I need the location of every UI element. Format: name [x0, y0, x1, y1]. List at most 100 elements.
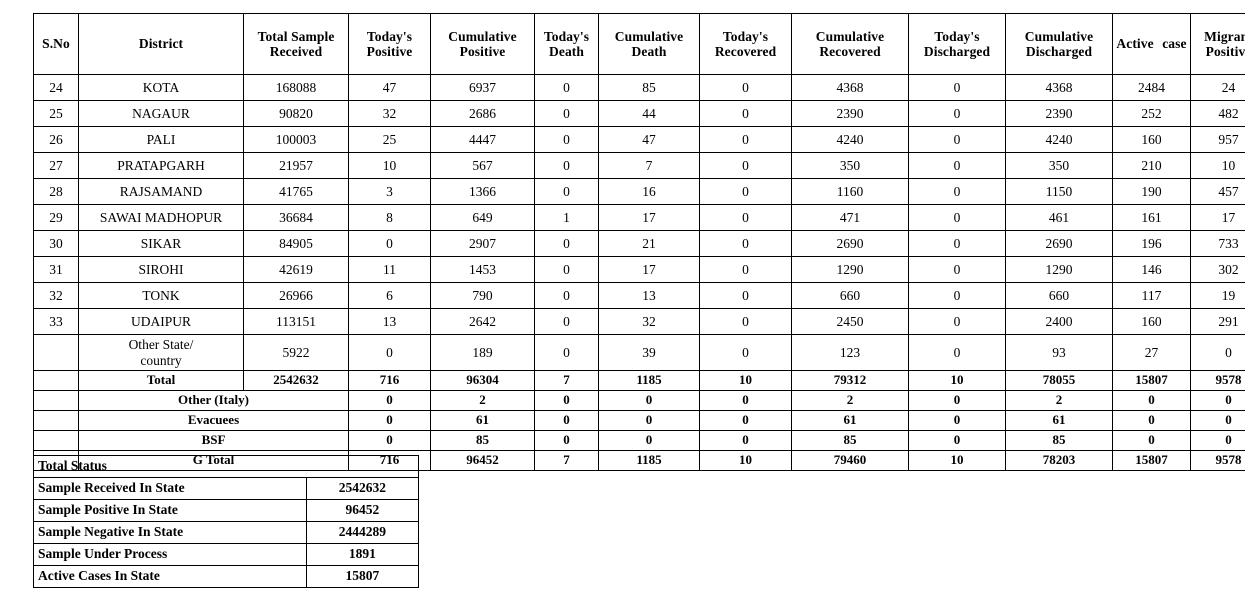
cell-todays-discharged: 0 — [908, 204, 1006, 231]
cell-active-case: 196 — [1112, 230, 1191, 257]
cell-total-sample-received: 26966 — [243, 282, 349, 309]
header-line2: Positive — [366, 44, 413, 59]
cell-cumulative-death: 85 — [598, 74, 700, 101]
status-label: Sample Under Process — [33, 543, 307, 566]
cell-cumulative-discharged: 1150 — [1005, 178, 1113, 205]
table-row: 33 UDAIPUR 113151 13 2642 0 32 0 2450 0 2400 160 291 — [33, 308, 1245, 335]
cell-todays-positive: 6 — [348, 282, 431, 309]
cell-cumulative-positive: 2 — [430, 390, 535, 411]
cell-cumulative-positive: 567 — [430, 152, 535, 179]
cell-district: KOTA — [78, 74, 244, 101]
cell-todays-death: 7 — [534, 450, 599, 471]
cell-active-case: 160 — [1112, 126, 1191, 153]
cell-migrant-positive: 0 — [1190, 430, 1245, 451]
status-row: Sample Positive In State 96452 — [33, 499, 420, 522]
cell-todays-recovered: 0 — [699, 334, 792, 371]
cell-total-sample-received: 41765 — [243, 178, 349, 205]
cell-active-case: 252 — [1112, 100, 1191, 127]
cell-sno: 25 — [33, 100, 79, 127]
cell-todays-death: 0 — [534, 230, 599, 257]
cell-cumulative-recovered: 2390 — [791, 100, 909, 127]
cell-cumulative-recovered: 1160 — [791, 178, 909, 205]
cell-district: PALI — [78, 126, 244, 153]
cell-todays-recovered: 0 — [699, 230, 792, 257]
cell-cumulative-recovered: 61 — [791, 410, 909, 431]
cell-migrant-positive: 0 — [1190, 334, 1245, 371]
cell-cumulative-death: 32 — [598, 308, 700, 335]
cell-active-case: 15807 — [1112, 450, 1191, 471]
cell-todays-death: 0 — [534, 308, 599, 335]
cell-cumulative-discharged: 660 — [1005, 282, 1113, 309]
header-line1: Total Sample — [257, 28, 335, 44]
cell-active-case: 161 — [1112, 204, 1191, 231]
table-row: 25 NAGAUR 90820 32 2686 0 44 0 2390 0 2390 252 482 — [33, 100, 1245, 127]
table-row-summary: Evacuees 0 61 0 0 0 61 0 61 0 0 — [33, 410, 1245, 431]
cell-todays-recovered: 10 — [699, 370, 792, 391]
cell-migrant-positive: 733 — [1190, 230, 1245, 257]
cell-total-sample-received: 2542632 — [243, 370, 349, 391]
cell-cumulative-positive: 2686 — [430, 100, 535, 127]
cell-todays-recovered: 0 — [699, 390, 792, 411]
col-header-migrant-positive: MigrantPositive — [1190, 13, 1245, 75]
header-line1: Cumulative — [448, 28, 517, 44]
cell-sno: 26 — [33, 126, 79, 153]
cell-cumulative-death: 17 — [598, 204, 700, 231]
cell-todays-recovered: 0 — [699, 308, 792, 335]
cell-todays-positive: 13 — [348, 308, 431, 335]
table-header-row: S.No District Total Sample Received Today… — [33, 13, 1245, 75]
cell-total-sample-received: 42619 — [243, 256, 349, 283]
cell-todays-death: 0 — [534, 100, 599, 127]
cell-sno: 24 — [33, 74, 79, 101]
cell-cumulative-discharged: 93 — [1005, 334, 1113, 371]
header-line2: Discharged — [923, 44, 991, 59]
header-line2: Positive — [459, 44, 506, 59]
cell-sno — [33, 430, 79, 451]
cell-sno — [33, 390, 79, 411]
cell-cumulative-discharged: 78055 — [1005, 370, 1113, 391]
cell-cumulative-death: 17 — [598, 256, 700, 283]
cell-cumulative-discharged: 2400 — [1005, 308, 1113, 335]
cell-todays-recovered: 0 — [699, 430, 792, 451]
cell-cumulative-positive: 1453 — [430, 256, 535, 283]
col-header-todays-recovered: Today's Recovered — [699, 13, 792, 75]
cell-active-case: 146 — [1112, 256, 1191, 283]
cell-todays-discharged: 0 — [908, 430, 1006, 451]
header-line1: Cumulative — [1024, 28, 1094, 44]
cell-todays-death: 0 — [534, 282, 599, 309]
cell-cumulative-discharged: 4368 — [1005, 74, 1113, 101]
header-line1: Today's — [934, 28, 980, 44]
cell-cumulative-positive: 96452 — [430, 450, 535, 471]
header-line1: Cumulative — [815, 28, 885, 44]
cell-district: Other State/country — [78, 334, 244, 371]
district-line2: country — [140, 352, 182, 368]
cell-district: UDAIPUR — [78, 308, 244, 335]
table-row: 27 PRATAPGARH 21957 10 567 0 7 0 350 0 350 210 10 — [33, 152, 1245, 179]
cell-todays-discharged: 0 — [908, 390, 1006, 411]
cell-todays-death: 0 — [534, 74, 599, 101]
status-label: Sample Negative In State — [33, 521, 307, 544]
cell-todays-death: 1 — [534, 204, 599, 231]
cell-sno — [33, 370, 79, 391]
cell-todays-discharged: 0 — [908, 178, 1006, 205]
cell-cumulative-discharged: 2390 — [1005, 100, 1113, 127]
cell-todays-positive: 0 — [348, 390, 431, 411]
cell-summary-label: BSF — [78, 430, 349, 451]
table-row: 29 SAWAI MADHOPUR 36684 8 649 1 17 0 471 0 461 161 1… — [33, 204, 1245, 231]
cell-migrant-positive: 291 — [1190, 308, 1245, 335]
cell-todays-death: 0 — [534, 256, 599, 283]
cell-todays-positive: 11 — [348, 256, 431, 283]
cell-cumulative-positive: 61 — [430, 410, 535, 431]
cell-cumulative-recovered: 2690 — [791, 230, 909, 257]
status-row: Sample Negative In State 2444289 — [33, 521, 420, 544]
cell-cumulative-positive: 790 — [430, 282, 535, 309]
cell-todays-discharged: 0 — [908, 230, 1006, 257]
status-label: Sample Positive In State — [33, 499, 307, 522]
cell-cumulative-positive: 85 — [430, 430, 535, 451]
cell-sno: 31 — [33, 256, 79, 283]
status-label: Sample Received In State — [33, 477, 307, 500]
status-value: 2542632 — [305, 477, 420, 500]
cell-total-sample-received: 36684 — [243, 204, 349, 231]
cell-summary-label: Other (Italy) — [78, 390, 349, 411]
cell-migrant-positive: 457 — [1190, 178, 1245, 205]
header-line2: Death — [631, 44, 667, 59]
